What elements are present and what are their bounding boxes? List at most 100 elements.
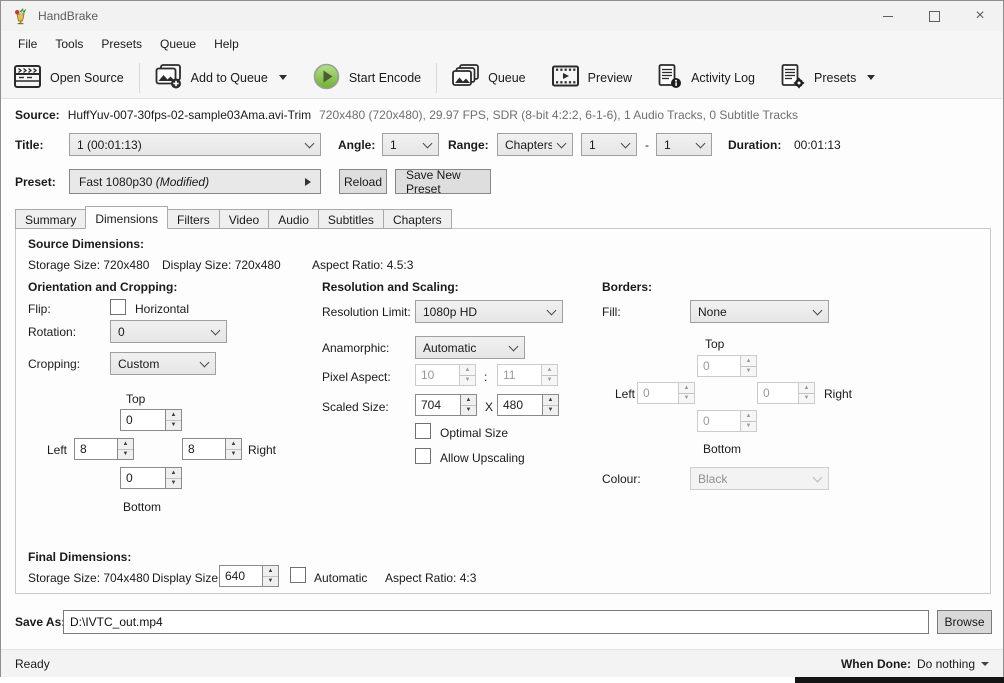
anamorphic-select[interactable]: Automatic xyxy=(415,336,525,359)
spin-up-icon[interactable]: ▲ xyxy=(263,566,278,577)
orientation-heading: Orientation and Cropping: xyxy=(28,280,178,294)
scaled-size-separator: X xyxy=(485,400,494,414)
source-details: 720x480 (720x480), 29.97 FPS, SDR (8-bit… xyxy=(319,108,799,122)
menu-file[interactable]: File xyxy=(9,33,46,55)
reload-button[interactable]: Reload xyxy=(339,169,387,194)
crop-right-spinner[interactable]: 8 ▲ ▼ xyxy=(182,438,242,460)
spin-down-icon[interactable]: ▼ xyxy=(118,449,133,459)
preview-button[interactable]: Preview xyxy=(539,61,645,95)
colour-select: Black xyxy=(690,467,829,490)
spin-up-icon[interactable]: ▲ xyxy=(226,439,241,450)
chevron-down-icon xyxy=(867,75,876,80)
menu-queue[interactable]: Queue xyxy=(151,33,205,55)
open-source-button[interactable]: Open Source xyxy=(1,61,137,95)
tab-audio[interactable]: Audio xyxy=(268,209,319,229)
browse-button[interactable]: Browse xyxy=(937,610,992,634)
close-icon: × xyxy=(975,7,985,24)
chevron-down-icon xyxy=(199,357,210,367)
spin-down-icon[interactable]: ▼ xyxy=(166,478,181,488)
start-encode-button[interactable]: Start Encode xyxy=(300,61,434,95)
triangle-right-icon xyxy=(305,177,311,186)
save-as-input[interactable] xyxy=(63,610,929,634)
minimize-button[interactable] xyxy=(865,1,911,31)
crop-left-spinner[interactable]: 8 ▲ ▼ xyxy=(74,438,134,460)
spin-up-icon[interactable]: ▲ xyxy=(166,410,181,421)
spin-up-icon: ▲ xyxy=(460,365,475,376)
spin-down-icon: ▼ xyxy=(542,375,557,385)
preset-select-button[interactable]: Fast 1080p30 (Modified) xyxy=(69,169,321,194)
crop-bottom-spinner[interactable]: 0 ▲ ▼ xyxy=(120,467,182,489)
menu-presets[interactable]: Presets xyxy=(92,33,151,55)
final-display-size-label: Display Size: xyxy=(152,571,222,585)
spin-down-icon[interactable]: ▼ xyxy=(166,420,181,430)
spin-down-icon[interactable]: ▼ xyxy=(543,405,558,415)
pad-right-label: Right xyxy=(824,387,853,401)
presets-label: Presets xyxy=(814,70,857,85)
rotation-select[interactable]: 0 xyxy=(110,320,227,343)
spin-up-icon: ▲ xyxy=(741,356,756,367)
spinner-buttons: ▲ ▼ xyxy=(117,438,134,460)
spin-down-icon[interactable]: ▼ xyxy=(263,576,278,586)
when-done-value: Do nothing xyxy=(916,656,975,671)
crop-top-spinner[interactable]: 0 ▲ ▼ xyxy=(120,409,182,431)
title-select[interactable]: 1 (00:01:13) xyxy=(69,133,321,156)
range-end-select[interactable]: 1 xyxy=(656,133,712,156)
flip-horizontal-checkbox[interactable] xyxy=(110,299,126,315)
cropping-label: Cropping: xyxy=(28,357,81,371)
photo-stack-plus-icon xyxy=(155,63,182,92)
range-mode-select[interactable]: Chapters xyxy=(497,133,573,156)
pad-bottom-value: 0 xyxy=(697,410,740,432)
pad-top-value: 0 xyxy=(697,355,740,377)
spin-up-icon[interactable]: ▲ xyxy=(166,468,181,479)
tab-dimensions[interactable]: Dimensions xyxy=(85,206,169,229)
background-strip xyxy=(0,677,1004,683)
menu-tools[interactable]: Tools xyxy=(46,33,92,55)
handbrake-logo-icon xyxy=(12,7,29,25)
activity-log-button[interactable]: Activity Log xyxy=(645,61,768,95)
automatic-checkbox[interactable] xyxy=(290,567,306,583)
scaled-height-spinner[interactable]: 480 ▲ ▼ xyxy=(497,394,559,416)
window-title: HandBrake xyxy=(38,9,99,23)
when-done-dropdown[interactable]: When Done: Do nothing xyxy=(841,657,1003,671)
maximize-button[interactable] xyxy=(911,1,957,31)
tab-video[interactable]: Video xyxy=(218,209,270,229)
menu-help[interactable]: Help xyxy=(205,33,248,55)
tab-summary[interactable]: Summary xyxy=(15,209,87,229)
queue-button[interactable]: Queue xyxy=(439,61,539,95)
fill-select[interactable]: None xyxy=(690,300,829,323)
resolution-limit-select[interactable]: 1080p HD xyxy=(415,300,563,323)
fill-label: Fill: xyxy=(602,305,621,319)
activity-log-label: Activity Log xyxy=(691,70,756,85)
filmstrip-icon xyxy=(14,64,41,91)
spin-up-icon[interactable]: ▲ xyxy=(118,439,133,450)
add-to-queue-label: Add to Queue xyxy=(190,70,268,85)
add-to-queue-button[interactable]: Add to Queue xyxy=(142,61,300,95)
allow-upscaling-checkbox[interactable] xyxy=(415,448,431,464)
angle-select[interactable]: 1 xyxy=(382,133,439,156)
spin-down-icon: ▼ xyxy=(460,375,475,385)
close-button[interactable]: × xyxy=(957,1,1003,31)
cropping-select[interactable]: Custom xyxy=(110,352,216,375)
anamorphic-value: Automatic xyxy=(423,340,477,355)
angle-label: Angle: xyxy=(338,138,376,152)
range-start-select[interactable]: 1 xyxy=(581,133,637,156)
spin-down-icon[interactable]: ▼ xyxy=(226,449,241,459)
display-size-spinner[interactable]: 640 ▲ ▼ xyxy=(219,565,279,587)
tab-filters[interactable]: Filters xyxy=(167,209,220,229)
spin-up-icon[interactable]: ▲ xyxy=(543,395,558,406)
spin-down-icon[interactable]: ▼ xyxy=(461,405,476,415)
presets-panel-button[interactable]: Presets xyxy=(768,61,888,95)
save-new-preset-button[interactable]: Save New Preset xyxy=(395,168,491,196)
optimal-size-checkbox[interactable] xyxy=(415,423,431,439)
resolution-heading: Resolution and Scaling: xyxy=(322,280,459,294)
spinner-buttons: ▲ ▼ xyxy=(262,565,279,587)
crop-left-value: 8 xyxy=(74,438,117,460)
scaled-width-spinner[interactable]: 704 ▲ ▼ xyxy=(415,394,477,416)
tab-subtitles[interactable]: Subtitles xyxy=(317,209,384,229)
toolbar-separator xyxy=(436,62,438,93)
borders-heading: Borders: xyxy=(602,280,653,294)
tab-chapters[interactable]: Chapters xyxy=(382,209,452,229)
duration-value: 00:01:13 xyxy=(794,138,841,152)
crop-right-label: Right xyxy=(248,443,277,457)
spin-up-icon[interactable]: ▲ xyxy=(461,395,476,406)
